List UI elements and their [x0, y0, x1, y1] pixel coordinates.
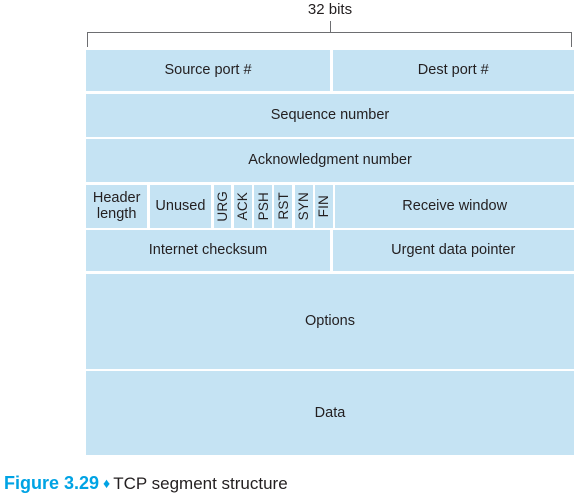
field-flag-psh-label: PSH	[255, 191, 271, 221]
figure-caption: Figure 3.29 ♦ TCP segment structure	[4, 472, 288, 495]
field-internet-checksum: Internet checksum	[86, 230, 330, 271]
field-flag-rst-label: RST	[275, 192, 291, 220]
header-row-checksum: Internet checksum Urgent data pointer	[86, 230, 574, 271]
header-row-ports: Source port # Dest port #	[86, 50, 574, 91]
header-row-flags: Header length Unused URG ACK PSH RST SYN…	[86, 184, 575, 228]
field-flag-fin-label: FIN	[316, 194, 332, 218]
field-flag-urg: URG	[213, 184, 232, 228]
field-flag-fin: FIN	[315, 184, 333, 228]
field-flag-ack-label: ACK	[235, 191, 251, 221]
header-row-options: Options	[86, 273, 574, 369]
header-row-acknowledgment: Acknowledgment number	[86, 139, 574, 182]
field-dest-port: Dest port #	[332, 50, 574, 91]
field-flag-rst: RST	[274, 184, 293, 228]
header-row-data: Data	[86, 371, 574, 455]
field-source-port: Source port #	[86, 50, 330, 91]
field-flag-syn: SYN	[294, 184, 313, 228]
width-bracket	[87, 32, 572, 47]
field-options: Options	[86, 273, 574, 369]
figure-number: Figure 3.29	[4, 473, 100, 493]
field-receive-window: Receive window	[335, 184, 575, 228]
header-row-sequence: Sequence number	[86, 93, 574, 137]
field-header-length: Header length	[86, 184, 148, 228]
field-flag-syn-label: SYN	[296, 191, 312, 221]
field-unused: Unused	[149, 184, 212, 228]
figure-caption-text: TCP segment structure	[113, 474, 288, 493]
field-header-length-line2: length	[96, 206, 137, 222]
field-flag-psh: PSH	[254, 184, 272, 228]
field-flag-ack: ACK	[233, 184, 252, 228]
field-data: Data	[86, 371, 574, 455]
diamond-icon: ♦	[103, 475, 111, 491]
tcp-segment-diagram: Source port # Dest port # Sequence numbe…	[86, 50, 575, 458]
field-urgent-data-pointer: Urgent data pointer	[332, 230, 574, 271]
field-flag-urg-label: URG	[214, 190, 230, 222]
field-acknowledgment-number: Acknowledgment number	[86, 139, 574, 182]
width-label: 32 bits	[307, 1, 353, 18]
field-header-length-line1: Header	[92, 190, 141, 206]
field-sequence-number: Sequence number	[86, 93, 574, 137]
